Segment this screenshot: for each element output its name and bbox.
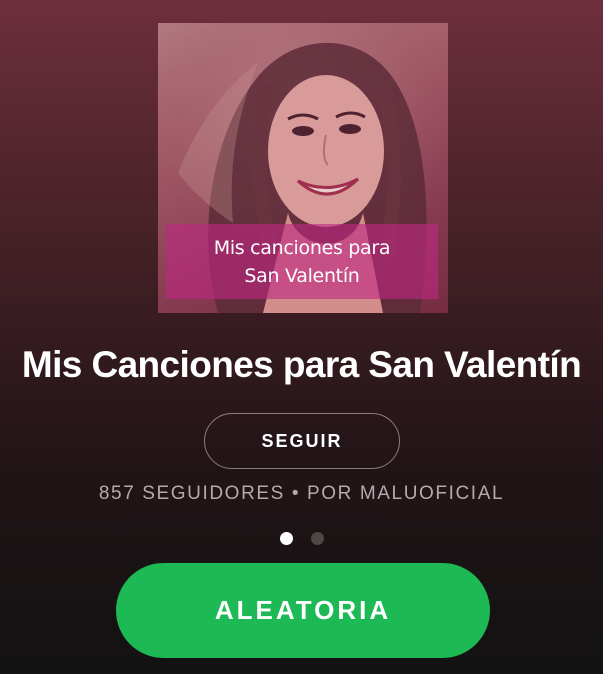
meta-separator: •: [291, 483, 301, 504]
page-indicator: [0, 532, 603, 545]
page-dot[interactable]: [310, 532, 324, 545]
playlist-meta: 857 SEGUIDORES • POR MALUOFICIAL: [0, 483, 603, 505]
playlist-owner[interactable]: POR MALUOFICIAL: [307, 483, 504, 504]
playlist-cover-image: Mis canciones para San Valentín: [158, 23, 448, 313]
cover-caption-line1: Mis canciones para: [213, 236, 391, 259]
page-dot-active[interactable]: [279, 532, 293, 545]
shuffle-play-button[interactable]: ALEATORIA: [116, 563, 490, 658]
playlist-title: Mis Canciones para San Valentín: [21, 344, 582, 385]
cover-caption-line2: San Valentín: [244, 264, 360, 287]
cover-caption: Mis canciones para San Valentín: [166, 224, 438, 299]
follow-button[interactable]: SEGUIR: [204, 413, 400, 469]
followers-count: 857 SEGUIDORES: [98, 483, 285, 504]
